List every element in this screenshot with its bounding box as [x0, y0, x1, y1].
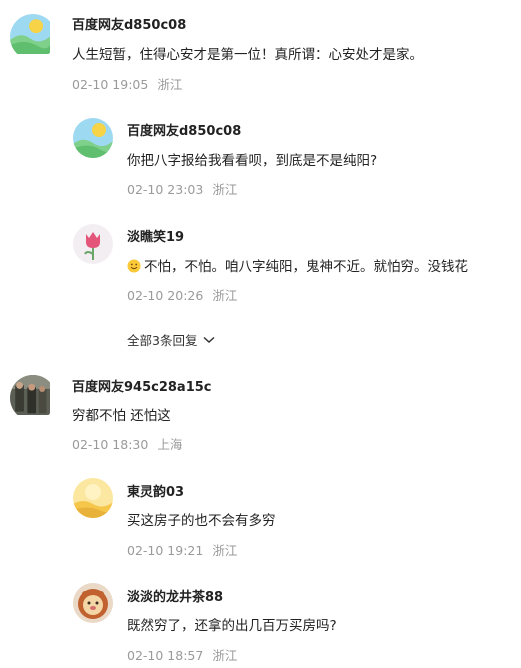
comment-meta: 02-10 19:21 浙江 [127, 540, 237, 559]
comment-location: 上海 [157, 437, 183, 452]
username[interactable]: 東灵韵03 [127, 481, 184, 500]
comment-meta: 02-10 20:26 浙江 [127, 285, 237, 304]
username[interactable]: 百度网友d850c08 [127, 120, 241, 139]
comment-time: 02-10 19:05 [72, 77, 149, 92]
expand-replies-label: 全部3条回复 [127, 333, 198, 348]
avatar[interactable] [10, 14, 56, 60]
comment-text-content: 不怕，不怕。咱八字纯阳，鬼神不近。就怕穷。没钱花 [144, 259, 468, 275]
expand-replies-button[interactable]: 全部3条回复 [127, 330, 215, 349]
comment-text: 买这房子的也不会有多穷 [127, 513, 276, 529]
comment-location: 浙江 [157, 77, 183, 92]
tulip-icon [73, 224, 113, 264]
comment-time: 02-10 23:03 [127, 182, 204, 197]
username[interactable]: 淡瞧笑19 [127, 226, 184, 245]
smile-emoji-icon [127, 259, 141, 273]
comment-time: 02-10 18:30 [72, 437, 149, 452]
comment-text: 穷都不怕 还怕这 [72, 408, 171, 424]
avatar[interactable] [73, 118, 113, 158]
comment-time: 02-10 19:21 [127, 543, 204, 558]
landscape-sun-icon [73, 118, 113, 158]
comment-meta: 02-10 23:03 浙江 [127, 179, 237, 198]
avatar[interactable] [73, 224, 113, 264]
comment-time: 02-10 18:57 [127, 648, 204, 663]
comment-text: 人生短暂，住得心安才是第一位！真所谓：心安处才是家。 [72, 47, 423, 63]
avatar[interactable] [73, 478, 113, 518]
lion-icon [73, 583, 113, 623]
comment-location: 浙江 [212, 182, 238, 197]
comment-location: 浙江 [212, 543, 238, 558]
username[interactable]: 百度网友945c28a15c [72, 376, 212, 395]
username[interactable]: 百度网友d850c08 [72, 14, 186, 33]
comment-location: 浙江 [212, 648, 238, 663]
comment-text: 不怕，不怕。咱八字纯阳，鬼神不近。就怕穷。没钱花 [127, 255, 468, 275]
comment-meta: 02-10 18:57 浙江 [127, 645, 237, 664]
avatar[interactable] [73, 583, 113, 623]
username[interactable]: 淡淡的龙井茶88 [127, 586, 223, 605]
comment-text: 你把八字报给我看看呗，到底是不是纯阳? [127, 153, 378, 169]
photo-icon [10, 375, 50, 415]
comment-text: 既然穷了，还拿的出几百万买房吗? [127, 618, 337, 634]
comment-meta: 02-10 19:05 浙江 [72, 74, 182, 93]
comment-meta: 02-10 18:30 上海 [72, 434, 182, 453]
comment-time: 02-10 20:26 [127, 288, 204, 303]
chevron-down-icon [203, 336, 215, 343]
comment-location: 浙江 [212, 288, 238, 303]
avatar[interactable] [10, 375, 56, 421]
landscape-sun-icon [10, 14, 50, 54]
comment-list: 百度网友d850c08 人生短暂，住得心安才是第一位！真所谓：心安处才是家。 0… [0, 0, 521, 668]
yellow-landscape-icon [73, 478, 113, 518]
